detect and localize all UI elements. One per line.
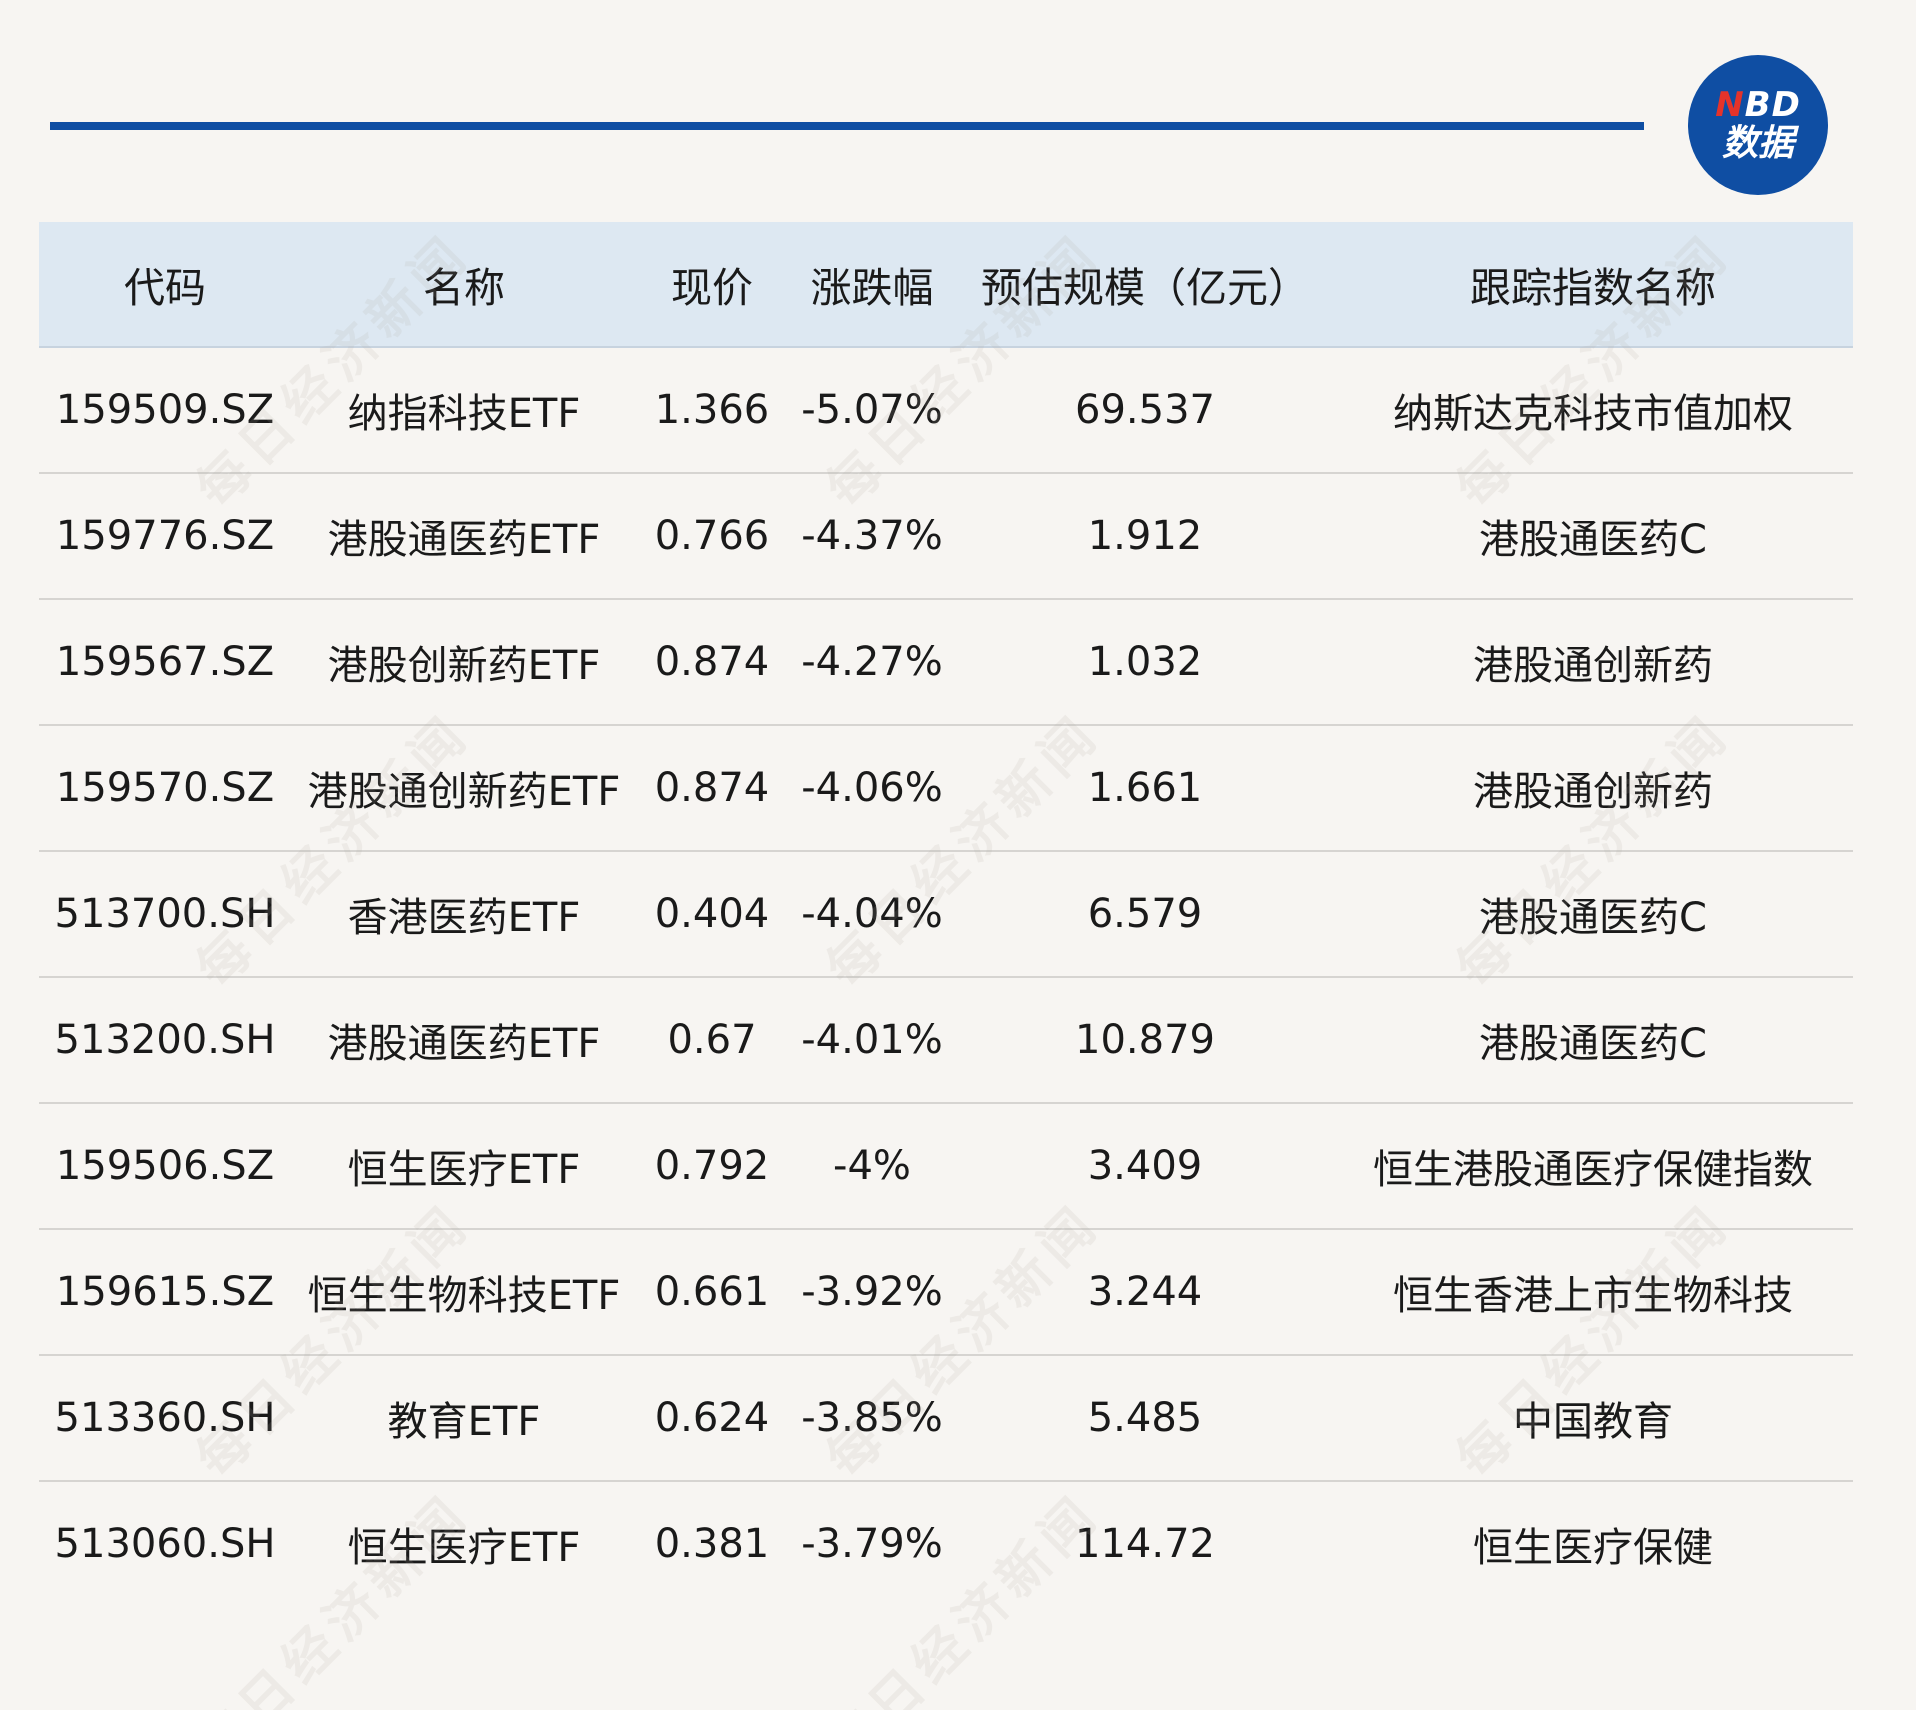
cell-scale: 1.661 xyxy=(1087,765,1203,811)
header-name: 名称 xyxy=(423,264,505,312)
table-body: 159509.SZ 纳指科技ETF 1.366 -5.07% 69.537 纳斯达克科技市… xyxy=(39,348,1853,1606)
cell-index: 中国教育 xyxy=(1513,1399,1673,1445)
cell-index: 恒生港股通医疗保健指数 xyxy=(1373,1147,1813,1193)
cell-price: 1.366 xyxy=(654,387,770,433)
etf-table: 代码 名称 现价 涨跌幅 预估规模（亿元） 跟踪指数名称 159509.SZ 纳指… xyxy=(39,222,1853,1606)
cell-name: 纳指科技ETF xyxy=(347,391,581,437)
cell-code: 159615.SZ xyxy=(55,1269,275,1315)
table-row: 513060.SH 恒生医疗ETF 0.381 -3.79% 114.72 恒生医疗保健 xyxy=(39,1482,1853,1606)
cell-price: 0.874 xyxy=(654,765,770,811)
cell-scale: 3.409 xyxy=(1087,1143,1203,1189)
table-row: 513360.SH 教育ETF 0.624 -3.85% 5.485 中国教育 xyxy=(39,1356,1853,1482)
cell-change: -4.04% xyxy=(801,891,943,937)
table-row: 513200.SH 港股通医药ETF 0.67 -4.01% 10.879 港股通医药C xyxy=(39,978,1853,1104)
cell-change: -4.01% xyxy=(801,1017,943,1063)
cell-index: 纳斯达克科技市值加权 xyxy=(1393,391,1793,437)
cell-scale: 5.485 xyxy=(1087,1395,1203,1441)
cell-price: 0.624 xyxy=(654,1395,770,1441)
nbd-data-logo: NBD 数据 xyxy=(1688,55,1828,195)
cell-code: 513360.SH xyxy=(54,1395,276,1441)
logo-n: N xyxy=(1715,85,1745,125)
cell-name: 恒生生物科技ETF xyxy=(307,1273,621,1319)
table-row: 159615.SZ 恒生生物科技ETF 0.661 -3.92% 3.244 恒生香港上市… xyxy=(39,1230,1853,1356)
cell-scale: 1.032 xyxy=(1087,639,1203,685)
logo-shuju: 数据 xyxy=(1721,123,1794,164)
cell-price: 0.381 xyxy=(654,1521,770,1567)
cell-scale: 10.879 xyxy=(1075,1017,1215,1063)
cell-name: 港股通创新药ETF xyxy=(307,769,621,815)
cell-index: 港股通创新药 xyxy=(1473,769,1713,815)
header-index: 跟踪指数名称 xyxy=(1470,264,1716,312)
cell-price: 0.661 xyxy=(654,1269,770,1315)
table-row: 159570.SZ 港股通创新药ETF 0.874 -4.06% 1.661 港股通创新药 xyxy=(39,726,1853,852)
table-row: 159776.SZ 港股通医药ETF 0.766 -4.37% 1.912 港股通医药C xyxy=(39,474,1853,600)
table-row: 159567.SZ 港股创新药ETF 0.874 -4.27% 1.032 港股通创新药 xyxy=(39,600,1853,726)
table-row: 159506.SZ 恒生医疗ETF 0.792 -4% 3.409 恒生港股通医疗保健指数 xyxy=(39,1104,1853,1230)
cell-code: 159570.SZ xyxy=(55,765,275,811)
cell-price: 0.874 xyxy=(654,639,770,685)
table-row: 513700.SH 香港医药ETF 0.404 -4.04% 6.579 港股通医药C xyxy=(39,852,1853,978)
cell-scale: 114.72 xyxy=(1075,1521,1215,1567)
cell-code: 513060.SH xyxy=(54,1521,276,1567)
cell-index: 港股通医药C xyxy=(1479,895,1707,941)
cell-price: 0.67 xyxy=(667,1017,757,1063)
cell-code: 159509.SZ xyxy=(55,387,275,433)
cell-price: 0.766 xyxy=(654,513,770,559)
cell-scale: 1.912 xyxy=(1087,513,1203,559)
cell-index: 港股通创新药 xyxy=(1473,643,1713,689)
header-rule xyxy=(50,122,1644,130)
header-scale: 预估规模（亿元） xyxy=(981,264,1309,312)
cell-code: 513700.SH xyxy=(54,891,276,937)
cell-name: 港股通医药ETF xyxy=(327,1021,601,1067)
cell-change: -3.85% xyxy=(801,1395,943,1441)
cell-name: 教育ETF xyxy=(387,1399,541,1445)
cell-price: 0.404 xyxy=(654,891,770,937)
cell-change: -3.92% xyxy=(801,1269,943,1315)
cell-name: 香港医药ETF xyxy=(347,895,581,941)
cell-code: 513200.SH xyxy=(54,1017,276,1063)
cell-name: 港股创新药ETF xyxy=(327,643,601,689)
cell-scale: 69.537 xyxy=(1075,387,1215,433)
cell-change: -4% xyxy=(833,1143,911,1189)
cell-index: 港股通医药C xyxy=(1479,517,1707,563)
cell-change: -3.79% xyxy=(801,1521,943,1567)
logo-bd: BD xyxy=(1744,85,1801,125)
header-price: 现价 xyxy=(671,264,753,312)
table-header: 代码 名称 现价 涨跌幅 预估规模（亿元） 跟踪指数名称 xyxy=(39,222,1853,348)
cell-change: -4.27% xyxy=(801,639,943,685)
cell-change: -4.06% xyxy=(801,765,943,811)
cell-index: 恒生医疗保健 xyxy=(1473,1525,1713,1571)
cell-index: 恒生香港上市生物科技 xyxy=(1393,1273,1793,1319)
cell-change: -4.37% xyxy=(801,513,943,559)
header-change: 涨跌幅 xyxy=(810,264,934,312)
cell-price: 0.792 xyxy=(654,1143,770,1189)
cell-code: 159776.SZ xyxy=(55,513,275,559)
cell-change: -5.07% xyxy=(801,387,943,433)
cell-name: 港股通医药ETF xyxy=(327,517,601,563)
cell-scale: 6.579 xyxy=(1087,891,1203,937)
cell-index: 港股通医药C xyxy=(1479,1021,1707,1067)
cell-code: 159506.SZ xyxy=(55,1143,275,1189)
cell-code: 159567.SZ xyxy=(55,639,275,685)
table-row: 159509.SZ 纳指科技ETF 1.366 -5.07% 69.537 纳斯达克科技市… xyxy=(39,348,1853,474)
header-code: 代码 xyxy=(124,264,206,312)
cell-name: 恒生医疗ETF xyxy=(347,1147,581,1193)
cell-name: 恒生医疗ETF xyxy=(347,1525,581,1571)
cell-scale: 3.244 xyxy=(1087,1269,1203,1315)
